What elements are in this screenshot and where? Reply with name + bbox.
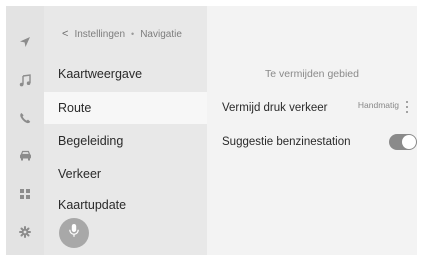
music-note-icon[interactable] [6,68,44,92]
navigation-arrow-icon[interactable] [6,30,44,54]
phone-icon[interactable] [6,106,44,130]
back-button[interactable]: < [62,28,68,40]
section-title[interactable]: Te vermijden gebied [207,68,417,80]
menu-item-kaartupdate[interactable]: Kaartupdate [44,189,207,221]
menu-item-route[interactable]: Route [44,92,207,124]
car-icon[interactable] [6,143,44,167]
apps-grid-icon[interactable] [6,182,44,206]
voice-button[interactable] [59,218,89,248]
breadcrumb-separator: • [131,29,135,39]
fuel-station-suggestion-label: Suggestie benzinestation [222,136,351,148]
breadcrumb: < Instellingen • Navigatie [62,26,182,42]
microphone-icon [68,223,80,243]
settings-gear-icon[interactable] [6,220,44,244]
avoid-traffic-value[interactable]: Handmatig [358,100,399,110]
route-settings-panel: Te vermijden gebied Vermijd druk verkeer… [207,6,417,255]
breadcrumb-parent[interactable]: Instellingen [74,29,125,40]
menu-item-begeleiding[interactable]: Begeleiding [44,125,207,157]
menu-item-label: Kaartupdate [58,198,127,212]
settings-screen: < Instellingen • Navigatie Kaartweergave… [6,6,417,255]
avoid-traffic-label: Vermijd druk verkeer [222,102,328,114]
more-options-icon[interactable] [403,101,411,113]
settings-submenu: < Instellingen • Navigatie Kaartweergave… [44,6,207,255]
side-icon-bar [6,6,44,255]
menu-item-label: Verkeer [58,167,102,181]
menu-item-verkeer[interactable]: Verkeer [44,158,207,190]
menu-item-kaartweergave[interactable]: Kaartweergave [44,58,207,90]
menu-item-label: Route [58,101,92,115]
menu-item-label: Begeleiding [58,134,124,148]
toggle-knob [402,135,416,149]
menu-item-label: Kaartweergave [58,67,143,81]
breadcrumb-current: Navigatie [140,28,182,40]
fuel-station-suggestion-toggle[interactable] [389,134,417,150]
